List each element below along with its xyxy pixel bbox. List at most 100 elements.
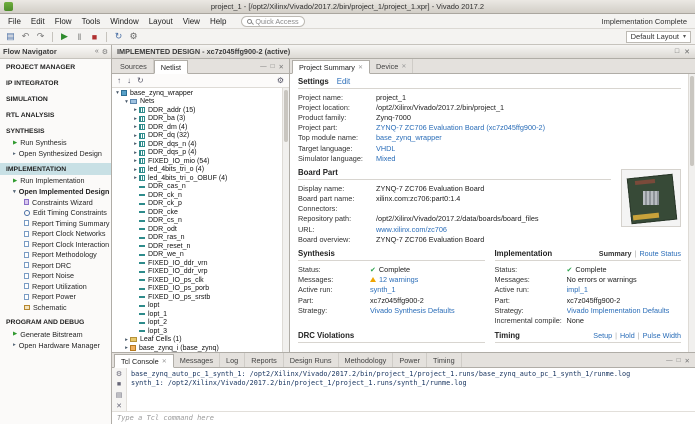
console-output[interactable]: base_zynq_auto_pc_1_synth_1: /opt2/Xilin…	[127, 368, 695, 411]
tab-timing[interactable]: Timing	[427, 353, 462, 367]
settings-edit-link[interactable]: Edit	[337, 77, 350, 86]
flownav-open-implemented-design[interactable]: ▾ Open Implemented Design	[0, 186, 111, 197]
tree-ddr-addr-15[interactable]: ▸ DDR_addr (15)	[112, 106, 282, 115]
tcl-input[interactable]: Type a Tcl command here	[112, 411, 695, 424]
flownav-schematic[interactable]: Schematic	[0, 302, 111, 313]
tab-log[interactable]: Log	[220, 353, 246, 367]
tab-reports[interactable]: Reports	[245, 353, 284, 367]
minimize-icon[interactable]: —	[260, 63, 267, 70]
flownav-report-power[interactable]: Report Power	[0, 292, 111, 303]
collapse-icon[interactable]: ▾	[114, 90, 121, 96]
tree-base-zynq-wrapper[interactable]: ▾ base_zynq_wrapper	[112, 89, 282, 98]
tab-power[interactable]: Power	[393, 353, 428, 367]
tree-nets[interactable]: ▾ Nets	[112, 98, 282, 107]
collapse-icon[interactable]: ▾	[123, 99, 130, 105]
link-pulse-width[interactable]: Pulse Width	[643, 331, 681, 340]
tree-lopt[interactable]: lopt	[112, 302, 282, 311]
undo-icon[interactable]: ↶	[19, 30, 32, 43]
tab-tcl-console[interactable]: Tcl Console ✕	[114, 354, 174, 368]
console-settings-icon[interactable]: ⚙	[116, 370, 122, 378]
tree-ddr-we-n[interactable]: DDR_we_n	[112, 251, 282, 260]
flownav-report-noise[interactable]: Report Noise	[0, 271, 111, 282]
menu-layout[interactable]: Layout	[144, 17, 178, 26]
tab-design-runs[interactable]: Design Runs	[284, 353, 339, 367]
tree-lopt-2[interactable]: lopt_2	[112, 319, 282, 328]
tab-close-icon[interactable]: ✕	[401, 63, 406, 70]
tree-base-zynq-i-base-zynq[interactable]: ▸ base_zynq_i (base_zynq)	[112, 344, 282, 352]
pause-icon[interactable]: ‖	[73, 30, 86, 43]
flownav-project-manager[interactable]: PROJECT MANAGER	[0, 61, 111, 73]
link-summary[interactable]: Summary	[599, 249, 632, 258]
field-value[interactable]: www.xilinx.com/zc706	[376, 225, 447, 234]
scrollbar-thumb[interactable]	[690, 76, 694, 166]
save-icon[interactable]: ▤	[4, 30, 17, 43]
menu-edit[interactable]: Edit	[26, 17, 50, 26]
flownav-rtl-analysis[interactable]: RTL ANALYSIS	[0, 109, 111, 121]
float-icon[interactable]: □	[271, 63, 275, 70]
tree-ddr-reset-n[interactable]: DDR_reset_n	[112, 242, 282, 251]
flownav-program-and-debug[interactable]: PROGRAM AND DEBUG	[0, 317, 111, 329]
menu-flow[interactable]: Flow	[50, 17, 77, 26]
tree-fixed-io-ddr-vrp[interactable]: FIXED_IO_ddr_vrp	[112, 268, 282, 277]
field-value[interactable]: synth_1	[370, 285, 396, 294]
flownav-report-drc[interactable]: Report DRC	[0, 260, 111, 271]
field-value[interactable]: impl_1	[567, 285, 589, 294]
expand-icon[interactable]: ▸	[132, 167, 139, 173]
tab-close-icon[interactable]: ✕	[358, 64, 363, 71]
link-hold[interactable]: Hold	[620, 331, 635, 340]
tree-ddr-ck-n[interactable]: DDR_ck_n	[112, 191, 282, 200]
tree-ddr-cs-n[interactable]: DDR_cs_n	[112, 217, 282, 226]
refresh-tree-icon[interactable]: ↻	[137, 76, 144, 85]
console-stop-icon[interactable]: ■	[117, 381, 121, 388]
run-icon[interactable]: ▶	[58, 30, 71, 43]
flownav-open-synthesized-design[interactable]: ▸ Open Synthesized Design	[0, 148, 111, 159]
navigator-settings-icon[interactable]: ⚙	[102, 48, 108, 56]
quick-access-box[interactable]: Quick Access	[241, 15, 305, 27]
stop-icon[interactable]: ■	[88, 30, 101, 43]
tree-ddr-ba-3[interactable]: ▸ DDR_ba (3)	[112, 115, 282, 124]
flownav-run-implementation[interactable]: ▶ Run Implementation	[0, 175, 111, 186]
minimize-icon[interactable]: —	[666, 357, 673, 364]
tree-fixed-io-ps-srstb[interactable]: FIXED_IO_ps_srstb	[112, 293, 282, 302]
expand-icon[interactable]: ▸	[123, 337, 130, 343]
layout-dropdown[interactable]: Default Layout ▾	[625, 30, 691, 43]
settings-icon[interactable]: ⚙	[127, 30, 140, 43]
expand-icon[interactable]: ▸	[132, 124, 139, 130]
menu-help[interactable]: Help	[205, 17, 231, 26]
close-icon[interactable]: ✕	[279, 63, 284, 71]
flownav-constraints-wizard[interactable]: Constraints Wizard	[0, 197, 111, 208]
field-value[interactable]: VHDL	[376, 144, 395, 153]
flownav-synthesis[interactable]: SYNTHESIS	[0, 125, 111, 137]
flownav-report-utilization[interactable]: Report Utilization	[0, 281, 111, 292]
tree-lopt-1[interactable]: lopt_1	[112, 310, 282, 319]
flownav-report-timing-summary[interactable]: Report Timing Summary	[0, 218, 111, 229]
tab-close-icon[interactable]: ✕	[162, 358, 167, 365]
field-value[interactable]: Vivado Synthesis Defaults	[370, 306, 455, 315]
tree-ddr-dm-4[interactable]: ▸ DDR_dm (4)	[112, 123, 282, 132]
expand-icon[interactable]: ▸	[123, 345, 130, 351]
scrollbar-thumb[interactable]	[284, 90, 288, 142]
expand-icon[interactable]: ▸	[132, 107, 139, 113]
flownav-implementation[interactable]: IMPLEMENTATION	[0, 163, 111, 175]
float-icon[interactable]: □	[675, 48, 679, 56]
tree-fixed-io-ps-porb[interactable]: FIXED_IO_ps_porb	[112, 285, 282, 294]
field-value[interactable]: Mixed	[376, 154, 395, 163]
flownav-ip-integrator[interactable]: IP INTEGRATOR	[0, 77, 111, 89]
expand-all-icon[interactable]: ↓	[127, 76, 131, 85]
tree-led-4bits-tri-o-4[interactable]: ▸ led_4bits_tri_o (4)	[112, 166, 282, 175]
field-value[interactable]: base_zynq_wrapper	[376, 133, 442, 142]
tree-fixed-io-ddr-vrn[interactable]: FIXED_IO_ddr_vrn	[112, 259, 282, 268]
tree-fixed-io-ps-clk[interactable]: FIXED_IO_ps_clk	[112, 276, 282, 285]
tree-ddr-ck-p[interactable]: DDR_ck_p	[112, 200, 282, 209]
tab-device[interactable]: Device ✕	[370, 59, 414, 73]
tree-ddr-dq-32[interactable]: ▸ DDR_dq (32)	[112, 132, 282, 141]
expand-icon[interactable]: ▸	[132, 175, 139, 181]
tree-leaf-cells-1[interactable]: ▸ Leaf Cells (1)	[112, 336, 282, 345]
flownav-edit-timing-constraints[interactable]: Edit Timing Constraints	[0, 208, 111, 219]
flownav-run-synthesis[interactable]: ▶ Run Synthesis	[0, 137, 111, 148]
flownav-report-methodology[interactable]: Report Methodology	[0, 250, 111, 261]
link-setup[interactable]: Setup	[593, 331, 612, 340]
menu-file[interactable]: File	[3, 17, 26, 26]
tab-sources[interactable]: Sources	[114, 59, 154, 73]
expand-icon[interactable]: ▸	[132, 116, 139, 122]
